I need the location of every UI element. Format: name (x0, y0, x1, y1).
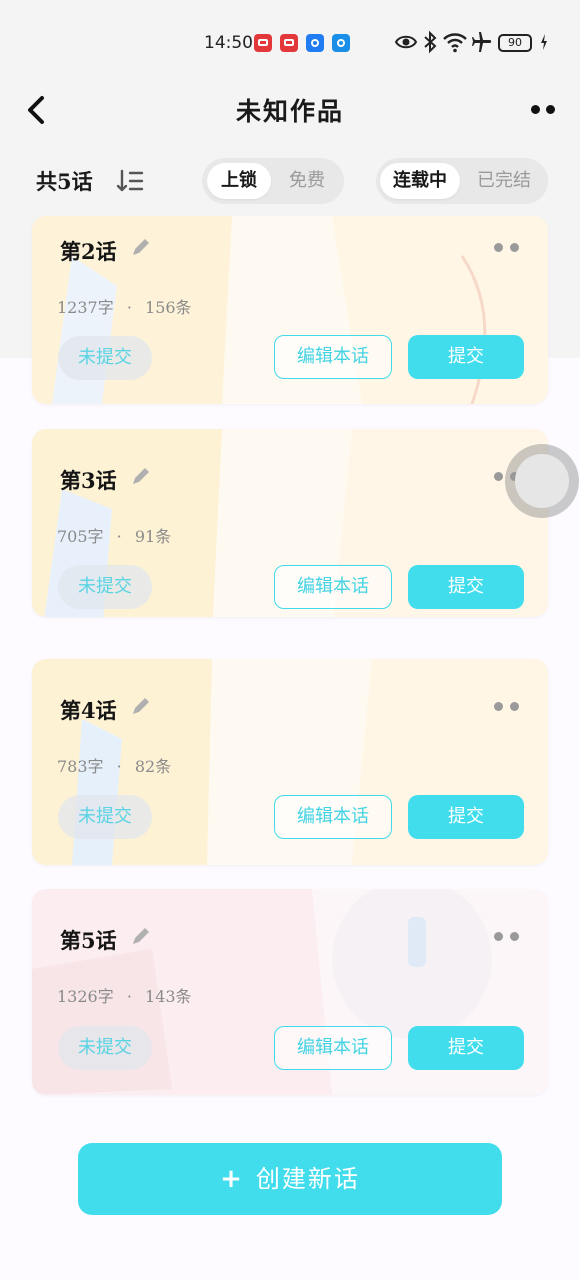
card-more-icon[interactable] (494, 931, 524, 943)
app-blue-icon (306, 34, 324, 52)
stats-separator: · (116, 757, 122, 776)
airplane-icon (472, 32, 492, 52)
episode-stats: 1326字 · 143条 (57, 983, 192, 1007)
word-count: 1237字 (57, 298, 114, 317)
charging-icon (541, 34, 547, 50)
dot (494, 702, 503, 711)
create-episode-label: 创建新话 (255, 1165, 360, 1193)
plus-icon: + (220, 1164, 244, 1194)
episode-title: 第4话 (60, 698, 117, 723)
dot (546, 105, 555, 114)
status-bar: 14:50 90 (0, 26, 580, 60)
lock-toggle: 上锁 免费 (202, 158, 344, 204)
episode-card[interactable]: 第4话 783字 · 82条 未提交 编辑本话 提交 (32, 659, 548, 865)
card-more-icon[interactable] (494, 242, 524, 254)
status-time: 14:50 (204, 33, 253, 53)
comment-count: 82条 (134, 757, 172, 776)
comment-count: 143条 (145, 987, 192, 1006)
submit-button[interactable]: 提交 (408, 335, 524, 379)
bluetooth-icon (424, 30, 437, 54)
page-title: 未知作品 (235, 97, 344, 126)
status-badge: 未提交 (58, 1026, 152, 1070)
dot (494, 932, 503, 941)
edit-episode-button[interactable]: 编辑本话 (274, 795, 392, 839)
episode-title: 第3话 (60, 468, 117, 493)
tab-locked[interactable]: 上锁 (207, 163, 271, 199)
status-toggle: 连载中 已完结 (376, 158, 548, 204)
episode-title: 第5话 (60, 928, 117, 953)
more-options-icon[interactable] (530, 102, 560, 116)
app-red-icon (280, 34, 298, 52)
card-more-icon[interactable] (494, 701, 524, 713)
episode-stats: 1237字 · 156条 (57, 294, 192, 318)
eye-icon (394, 35, 418, 49)
pencil-icon[interactable] (130, 236, 152, 258)
dot (531, 105, 540, 114)
stats-separator: · (126, 987, 132, 1006)
edit-episode-button[interactable]: 编辑本话 (274, 565, 392, 609)
edit-episode-button[interactable]: 编辑本话 (274, 1026, 392, 1070)
word-count: 783字 (57, 757, 104, 776)
submit-button[interactable]: 提交 (408, 1026, 524, 1070)
episode-stats: 783字 · 82条 (57, 753, 171, 777)
episode-title: 第2话 (60, 239, 117, 264)
dot (494, 243, 503, 252)
pencil-icon[interactable] (130, 465, 152, 487)
battery-icon: 90 (498, 34, 532, 52)
tab-completed[interactable]: 已完结 (464, 163, 544, 199)
episode-count: 共5话 (36, 169, 93, 194)
episode-card[interactable]: 第3话 705字 · 91条 未提交 编辑本话 提交 (32, 429, 548, 617)
word-count: 1326字 (57, 987, 114, 1006)
dot (510, 932, 519, 941)
battery-level: 90 (508, 36, 522, 49)
app-red-icon (254, 34, 272, 52)
dot (494, 472, 503, 481)
stats-separator: · (126, 298, 132, 317)
episode-card[interactable]: 第2话 1237字 · 156条 未提交 编辑本话 提交 (32, 216, 548, 404)
pencil-icon[interactable] (130, 925, 152, 947)
wifi-icon (443, 33, 467, 53)
create-episode-button[interactable]: + 创建新话 (78, 1143, 502, 1215)
edit-episode-button[interactable]: 编辑本话 (274, 335, 392, 379)
dot (510, 243, 519, 252)
status-badge: 未提交 (58, 336, 152, 380)
comment-count: 156条 (145, 298, 192, 317)
floating-assistive-button[interactable] (505, 444, 579, 518)
app-blue-icon (332, 34, 350, 52)
status-badge: 未提交 (58, 795, 152, 839)
tab-serializing[interactable]: 连载中 (380, 163, 460, 199)
submit-button[interactable]: 提交 (408, 795, 524, 839)
stats-separator: · (116, 527, 122, 546)
episode-stats: 705字 · 91条 (57, 523, 171, 547)
status-badge: 未提交 (58, 565, 152, 609)
episode-card[interactable]: 第5话 1326字 · 143条 未提交 编辑本话 提交 (32, 889, 548, 1095)
submit-button[interactable]: 提交 (408, 565, 524, 609)
tab-free[interactable]: 免费 (274, 163, 340, 199)
sort-icon[interactable] (116, 168, 146, 194)
comment-count: 91条 (134, 527, 172, 546)
word-count: 705字 (57, 527, 104, 546)
dot (510, 702, 519, 711)
pencil-icon[interactable] (130, 695, 152, 717)
